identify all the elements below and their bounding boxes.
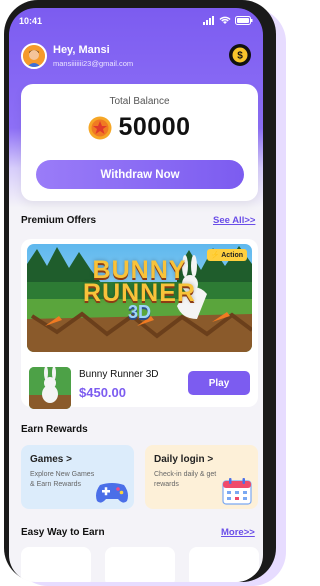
svg-text:$: $ [237, 51, 243, 62]
easy-way-card[interactable] [105, 547, 175, 582]
balance-card: Total Balance 50000 Withdraw Now [21, 84, 258, 201]
daily-login-tile-desc-line2: rewards [154, 481, 179, 488]
user-email: mansiiiiiii23@gmail.com [53, 59, 134, 68]
greeting-text: Hey, Mansi [53, 44, 110, 56]
avatar[interactable] [21, 43, 47, 69]
dollar-coin-icon: $ [232, 47, 248, 63]
star-coin-icon [88, 116, 112, 139]
games-tile[interactable]: Games > Explore New Games & Earn Rewards [21, 445, 134, 509]
bunny-icon [29, 367, 71, 409]
calendar-icon [222, 478, 252, 505]
easy-way-card[interactable] [189, 547, 259, 582]
balance-label: Total Balance [109, 96, 170, 107]
status-time: 10:41 [19, 16, 43, 26]
lightning-icon: ⚡ [210, 252, 220, 259]
daily-login-tile-desc-line1: Check-in daily & get [154, 471, 217, 478]
games-tile-title: Games > [30, 454, 72, 465]
earn-rewards-title: Earn Rewards [21, 424, 88, 435]
app-screen: 10:41 Hey, Mansi mansiiiiiii23@gmail.com [9, 8, 263, 582]
action-tag: ⚡ Action [206, 249, 247, 261]
header: Hey, Mansi mansiiiiiii23@gmail.com $ [21, 42, 251, 72]
balance-row: 50000 [21, 113, 258, 142]
games-tile-desc: Explore New Games & Earn Rewards [30, 470, 94, 490]
status-icons [203, 16, 253, 25]
games-tile-desc-line1: Explore New Games [30, 471, 95, 478]
easy-way-cards [21, 547, 259, 582]
game-thumbnail [29, 367, 71, 409]
status-bar: 10:41 [19, 16, 253, 30]
game-name: Bunny Runner 3D [79, 369, 159, 380]
game-price: $450.00 [79, 385, 126, 400]
wallet-button[interactable]: $ [229, 44, 251, 66]
balance-value: 50000 [118, 113, 191, 141]
battery-icon [235, 16, 253, 25]
gamepad-icon [96, 483, 128, 503]
game-banner[interactable]: BUNNY RUNNER 3D ⚡ Action [27, 244, 252, 352]
signal-icon [203, 16, 214, 25]
easy-way-title: Easy Way to Earn [21, 527, 105, 538]
easy-way-card[interactable] [21, 547, 91, 582]
games-tile-desc-line2: & Earn Rewards [30, 481, 81, 488]
banner-title-line3: 3D [127, 302, 151, 322]
play-button[interactable]: Play [188, 371, 250, 395]
avatar-icon [23, 45, 45, 67]
daily-login-tile-title: Daily login > [154, 454, 214, 465]
daily-login-tile-desc: Check-in daily & get rewards [154, 470, 216, 490]
app-frame: 10:41 Hey, Mansi mansiiiiiii23@gmail.com [0, 0, 286, 586]
withdraw-button[interactable]: Withdraw Now [36, 160, 244, 189]
daily-login-tile[interactable]: Daily login > Check-in daily & get rewar… [145, 445, 258, 509]
see-all-link[interactable]: See All>> [213, 215, 255, 226]
premium-offers-title: Premium Offers [21, 215, 97, 226]
more-link[interactable]: More>> [221, 527, 255, 538]
wifi-icon [219, 16, 231, 24]
tag-label: Action [221, 252, 243, 259]
premium-offer-card: BUNNY RUNNER 3D ⚡ Action Bunny Runner 3D… [21, 239, 258, 409]
